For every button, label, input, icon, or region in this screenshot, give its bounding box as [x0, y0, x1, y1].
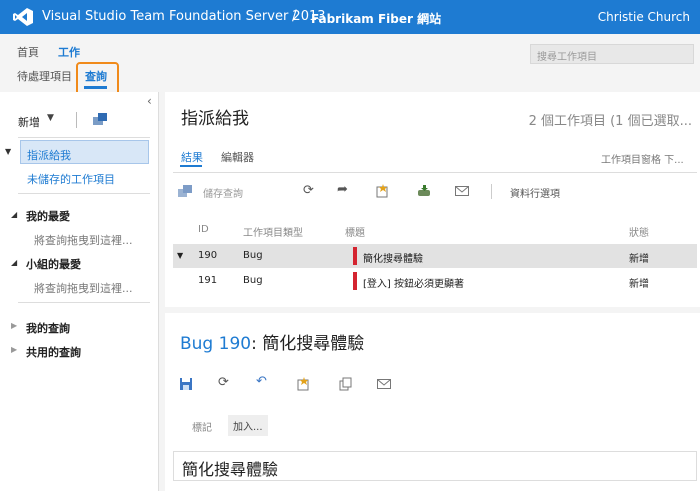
expand-triangle-icon[interactable]: ▼ [5, 147, 11, 156]
undo-icon[interactable]: ↶ [256, 374, 267, 389]
nav-work[interactable]: 工作 [58, 44, 80, 60]
title-bar: Visual Studio Team Foundation Server 201… [0, 0, 700, 34]
column-header-id[interactable]: ID [198, 224, 209, 235]
collapse-panel-icon[interactable]: ‹ [147, 94, 152, 108]
tree-item-my-queries[interactable]: 我的查詢 [26, 320, 70, 336]
refresh-icon[interactable]: ⟳ [303, 183, 314, 198]
project-name[interactable]: Fabrikam Fiber 網站 [311, 10, 441, 27]
cell-type: Bug [243, 250, 263, 261]
user-name[interactable]: Christie Church [598, 10, 690, 24]
row-expand-icon[interactable]: ▼ [177, 251, 183, 260]
cell-state: 新增 [629, 254, 649, 265]
divider [18, 137, 150, 138]
column-options-button[interactable]: 資料行選項 [510, 185, 560, 200]
redo-arrow-icon[interactable]: ➦ [337, 182, 348, 197]
collapsed-triangle-icon[interactable]: ▶ [11, 321, 17, 330]
tab-backlog[interactable]: 待處理項目 [17, 68, 72, 84]
work-item-title: Bug 190: 簡化搜尋體驗 [180, 329, 364, 354]
collapsed-triangle-icon[interactable]: ▶ [11, 345, 17, 354]
cell-id: 191 [198, 275, 218, 286]
product-name: Visual Studio Team Foundation Server 201… [42, 9, 326, 24]
active-tab-indicator [180, 165, 202, 167]
table-row[interactable]: ▼ 190 Bug 簡化搜尋體驗 新增 [173, 244, 697, 268]
navigation-bar: 首頁 工作 待處理項目 查詢 搜尋工作項目 [0, 34, 700, 98]
column-header-state[interactable]: 狀態 [629, 224, 649, 239]
new-query-button[interactable]: 新增 [18, 114, 40, 130]
save-query-icon[interactable] [177, 184, 193, 198]
active-tab-indicator [84, 86, 107, 89]
query-tree-panel: ‹ 新增 ▼ ▼ 指派給我 未儲存的工作項目 ◢ 我的最愛 將查詢拖曳到這裡..… [0, 92, 159, 491]
cell-title: [登入] 按鈕必須更顯著 [363, 279, 464, 290]
title-input[interactable]: 簡化搜尋體驗 [173, 451, 697, 481]
column-header-type[interactable]: 工作項目類型 [243, 224, 303, 239]
query-results-panel: 指派給我 2 個工作項目 (1 個已選取... 結果 編輯器 工作項目窗格 下.… [165, 92, 700, 307]
tree-item-unsaved[interactable]: 未儲存的工作項目 [27, 171, 115, 187]
email-icon[interactable] [455, 186, 469, 196]
copy-icon[interactable] [339, 377, 352, 391]
save-icon[interactable] [179, 377, 193, 391]
nav-home[interactable]: 首頁 [17, 44, 39, 60]
refresh-icon[interactable]: ⟳ [218, 375, 229, 390]
bug-marker [353, 272, 357, 290]
work-item-id: Bug 190 [180, 334, 252, 354]
work-item-form: Bug 190: 簡化搜尋體驗 ⟳ ↶ 標記 加入... 簡化搜尋體驗 [165, 313, 700, 491]
work-item-pane-option[interactable]: 工作項目窗格 下... [601, 151, 684, 166]
divider [18, 193, 150, 194]
work-item-name: 簡化搜尋體驗 [262, 334, 365, 354]
email-icon[interactable] [377, 379, 391, 389]
save-query-button[interactable]: 儲存查詢 [203, 185, 243, 200]
drag-hint: 將查詢拖曳到這裡... [34, 282, 133, 295]
selection-count: 2 個工作項目 (1 個已選取... [528, 114, 692, 129]
toolbar-divider [491, 184, 492, 199]
breadcrumb-separator: / [292, 8, 297, 24]
add-tag-button[interactable]: 加入... [228, 415, 268, 436]
new-linked-item-icon[interactable] [375, 183, 390, 198]
link-item-icon[interactable] [416, 184, 432, 198]
divider [173, 172, 697, 173]
column-header-title[interactable]: 標題 [345, 224, 365, 239]
tab-editor[interactable]: 編輯器 [221, 149, 254, 165]
expand-triangle-icon[interactable]: ◢ [11, 210, 17, 219]
cell-id: 190 [198, 250, 218, 261]
search-input[interactable]: 搜尋工作項目 [530, 44, 694, 64]
tree-item-label[interactable]: 指派給我 [27, 147, 71, 163]
tree-item-shared-queries[interactable]: 共用的查詢 [26, 344, 81, 360]
cell-type: Bug [243, 275, 263, 286]
tree-item-my-favorites[interactable]: 我的最愛 [26, 208, 70, 224]
bug-marker [353, 247, 357, 265]
tab-results[interactable]: 結果 [181, 149, 203, 165]
expand-triangle-icon[interactable]: ◢ [11, 258, 17, 267]
divider [18, 302, 150, 303]
page-title: 指派給我 [181, 109, 249, 129]
toolbar-divider [76, 112, 77, 128]
drag-hint: 將查詢拖曳到這裡... [34, 234, 133, 247]
tags-label: 標記 [192, 423, 212, 434]
table-row[interactable]: 191 Bug [登入] 按鈕必須更顯著 新增 [173, 269, 697, 293]
visual-studio-logo-icon [13, 8, 33, 26]
tree-item-team-favorites[interactable]: 小組的最愛 [26, 256, 81, 272]
new-linked-item-icon[interactable] [296, 376, 311, 391]
title-colon: : [251, 334, 257, 354]
cell-state: 新增 [629, 279, 649, 290]
new-folder-icon[interactable] [92, 112, 108, 126]
cell-title: 簡化搜尋體驗 [363, 254, 423, 265]
chevron-down-icon[interactable]: ▼ [47, 113, 54, 123]
